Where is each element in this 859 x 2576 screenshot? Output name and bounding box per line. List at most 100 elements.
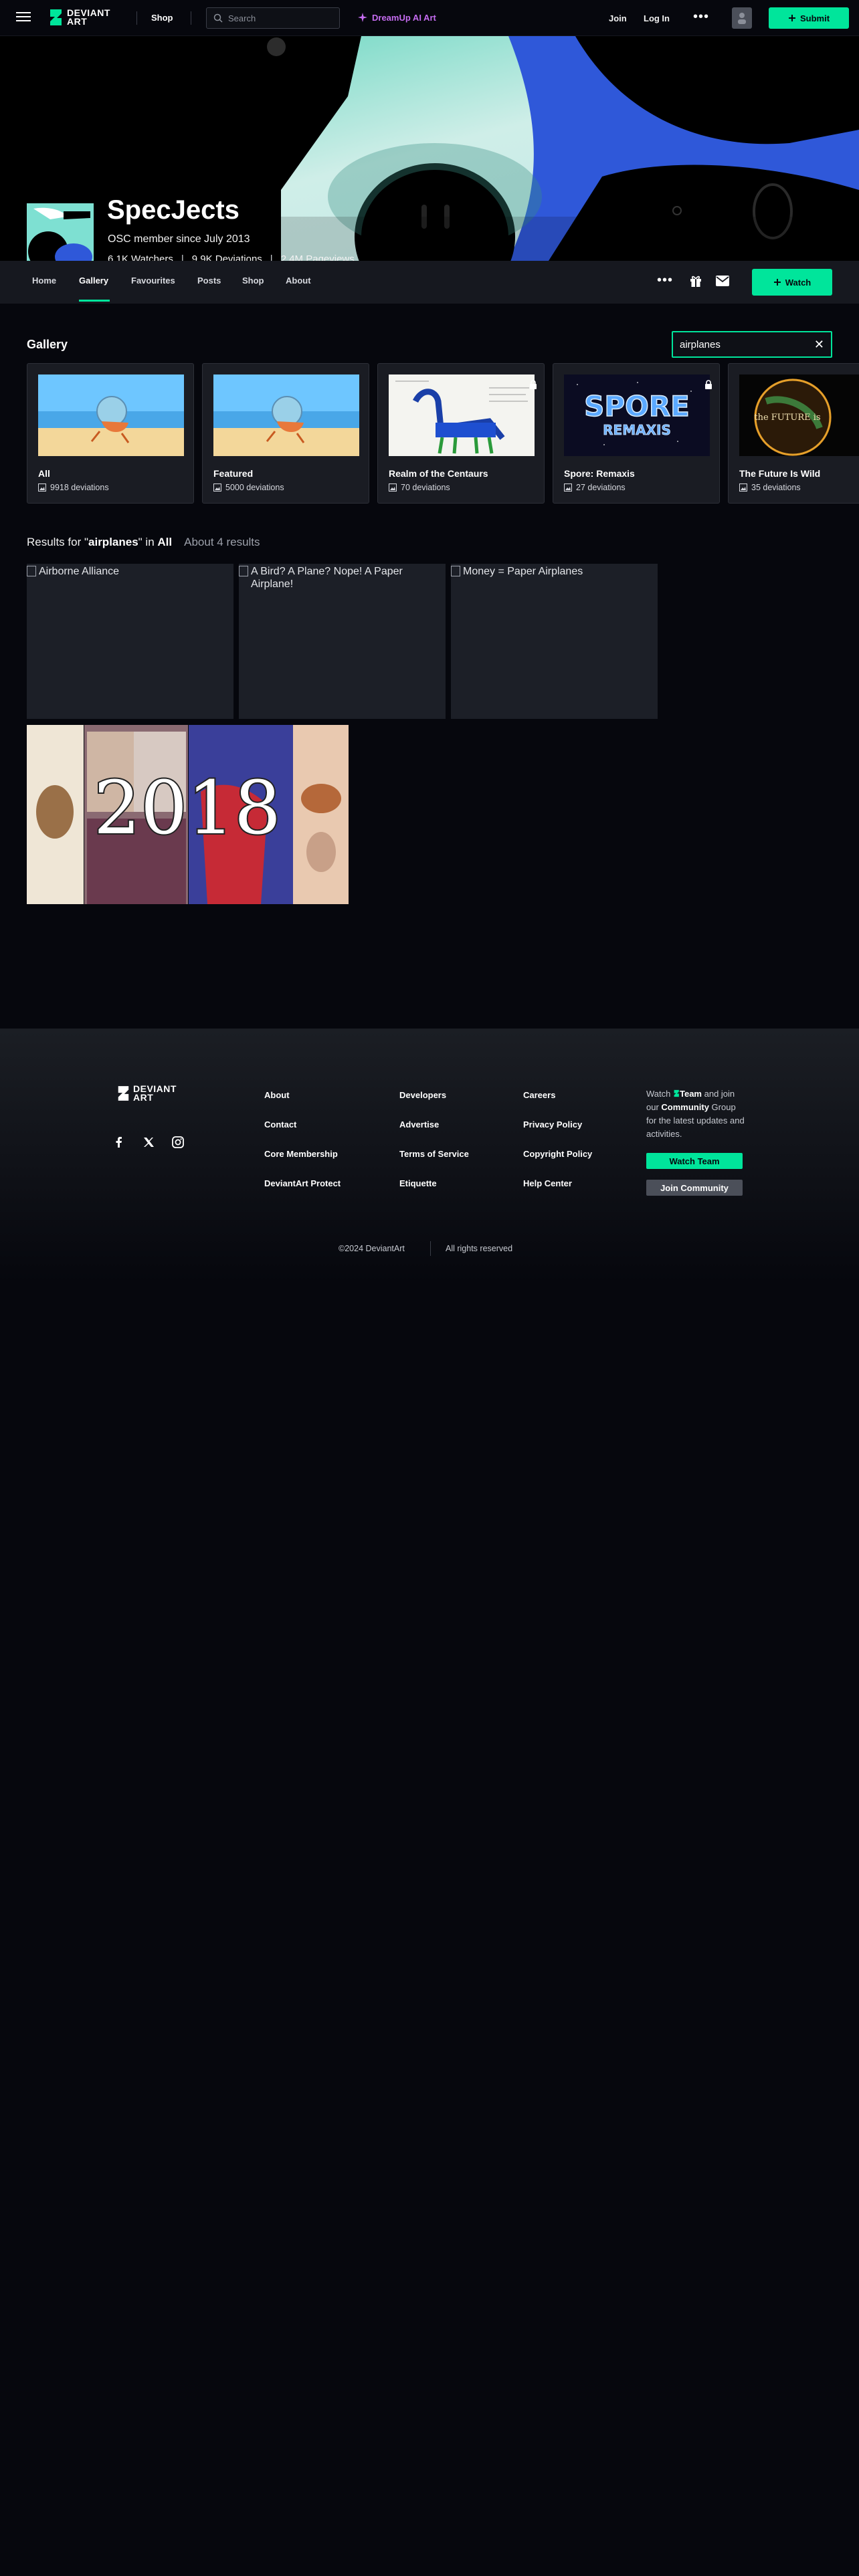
footer-link-privacy[interactable]: Privacy Policy: [523, 1119, 582, 1130]
dreamup-link[interactable]: DreamUp AI Art: [357, 12, 436, 23]
remaxis-logo-text: REMAXIS: [603, 422, 671, 438]
broken-image-icon: [239, 566, 248, 576]
folder-count: 5000 deviations: [225, 483, 284, 492]
folder-count: 35 deviations: [751, 483, 801, 492]
x-twitter-icon[interactable]: [142, 1136, 155, 1149]
profile-username: SpecJects: [107, 195, 240, 225]
tab-gallery[interactable]: Gallery: [79, 276, 108, 286]
instagram-icon[interactable]: [171, 1136, 185, 1149]
footer-link-terms[interactable]: Terms of Service: [399, 1149, 469, 1159]
gallery-heading: Gallery: [27, 338, 68, 351]
mail-icon[interactable]: [716, 276, 729, 286]
image-icon: [38, 484, 46, 492]
divider: [430, 1241, 431, 1256]
member-since: OSC member since July 2013: [108, 233, 250, 245]
join-community-button[interactable]: Join Community: [646, 1180, 743, 1196]
logo-line2: ART: [67, 16, 88, 27]
profile-avatar[interactable]: [27, 203, 94, 261]
user-placeholder-icon: [738, 13, 746, 24]
folder-thumbnail: the FUTURE is: [739, 374, 859, 456]
results-mid: " in: [138, 536, 158, 548]
gallery-search-input[interactable]: [680, 338, 814, 350]
watchers-count[interactable]: 6.1K Watchers: [108, 253, 173, 261]
tab-home[interactable]: Home: [32, 276, 56, 286]
search-input[interactable]: [228, 13, 335, 23]
submit-button[interactable]: Submit: [769, 7, 849, 29]
stat-divider: |: [181, 253, 184, 261]
watch-team-button[interactable]: Watch Team: [646, 1153, 743, 1169]
gift-icon[interactable]: [689, 274, 702, 288]
profile-tab-bar: Home Gallery Favourites Posts Shop About…: [0, 261, 859, 304]
folder-name: Realm of the Centaurs: [389, 468, 488, 479]
sparkle-icon: [358, 13, 367, 22]
result-thumbnail[interactable]: A Bird? A Plane? Nope! A Paper Airplane!: [239, 564, 446, 719]
join-link[interactable]: Join: [609, 0, 627, 36]
tab-posts[interactable]: Posts: [197, 276, 221, 286]
deviations-count[interactable]: 9.9K Deviations: [192, 253, 262, 261]
divider: [136, 11, 137, 25]
deviantart-mark-icon: [118, 1086, 129, 1101]
watch-button[interactable]: Watch: [752, 269, 832, 296]
folder-thumbnail: [213, 374, 359, 456]
site-footer: DEVIANT ART About Contact Core Membershi…: [0, 1029, 859, 1283]
folder-card[interactable]: the FUTURE is The Future Is Wild 35 devi…: [728, 363, 859, 504]
cta-community-text: Community: [661, 1102, 709, 1112]
folder-count: 27 deviations: [576, 483, 626, 492]
tab-shop[interactable]: Shop: [242, 276, 264, 286]
results-scope: All: [157, 536, 173, 548]
lock-icon: [530, 380, 537, 389]
folder-name: Featured: [213, 468, 254, 479]
folder-card[interactable]: Realm of the Centaurs 70 deviations: [377, 363, 545, 504]
folder-card[interactable]: SPORE REMAXIS Spore: Remaxis 27 deviatio…: [553, 363, 720, 504]
footer-link-developers[interactable]: Developers: [399, 1090, 446, 1100]
footer-link-etiquette[interactable]: Etiquette: [399, 1178, 437, 1188]
footer-link-copyright[interactable]: Copyright Policy: [523, 1149, 592, 1159]
footer-link-protect[interactable]: DeviantArt Protect: [264, 1178, 341, 1188]
folder-name: The Future Is Wild: [739, 468, 821, 479]
deviantart-logo[interactable]: DEVIANT ART: [48, 8, 110, 27]
user-avatar[interactable]: [732, 7, 752, 29]
result-thumbnail[interactable]: 2018: [27, 725, 349, 904]
broken-image-icon: [27, 566, 36, 576]
more-options-icon[interactable]: •••: [693, 9, 709, 25]
folder-name: All: [38, 468, 50, 479]
profile-stats: 6.1K Watchers | 9.9K Deviations | 2.4M P…: [108, 253, 355, 261]
footer-link-about[interactable]: About: [264, 1090, 290, 1100]
login-link[interactable]: Log In: [644, 0, 670, 36]
image-icon: [739, 484, 747, 492]
footer-link-core-membership[interactable]: Core Membership: [264, 1149, 338, 1159]
image-icon: [564, 484, 572, 492]
banner-artwork: [0, 36, 859, 261]
rights-text: All rights reserved: [446, 1244, 513, 1253]
result-thumbnail[interactable]: Airborne Alliance: [27, 564, 233, 719]
footer-link-contact[interactable]: Contact: [264, 1119, 296, 1130]
broken-image-icon: [451, 566, 460, 576]
search-icon: [213, 13, 223, 23]
footer-link-advertise[interactable]: Advertise: [399, 1119, 439, 1130]
folder-name: Spore: Remaxis: [564, 468, 635, 479]
copyright-text: ©2024 DeviantArt: [339, 1244, 405, 1253]
folder-card[interactable]: All 9918 deviations: [27, 363, 194, 504]
result-thumbnail[interactable]: Money = Paper Airplanes: [451, 564, 658, 719]
clear-search-icon[interactable]: ✕: [814, 338, 824, 352]
tab-about[interactable]: About: [286, 276, 311, 286]
gallery-search-box[interactable]: ✕: [672, 331, 832, 358]
cta-team-text: Team: [679, 1089, 702, 1099]
lock-icon: [705, 380, 712, 389]
shop-link[interactable]: Shop: [151, 13, 173, 23]
tab-favourites[interactable]: Favourites: [131, 276, 175, 286]
stat-divider: |: [270, 253, 273, 261]
folder-count: 70 deviations: [401, 483, 450, 492]
footer-logo[interactable]: DEVIANT ART: [116, 1084, 177, 1102]
footer-link-help[interactable]: Help Center: [523, 1178, 572, 1188]
more-options-icon[interactable]: •••: [657, 273, 673, 288]
facebook-icon[interactable]: [112, 1136, 126, 1149]
footer-link-careers[interactable]: Careers: [523, 1090, 555, 1100]
image-icon: [213, 484, 221, 492]
profile-banner: SpecJects OSC member since July 2013 6.1…: [0, 36, 859, 261]
image-icon: [389, 484, 397, 492]
folder-card[interactable]: Featured 5000 deviations: [202, 363, 369, 504]
hamburger-menu-icon[interactable]: [16, 10, 31, 25]
deviantart-mark-icon: [50, 9, 62, 25]
search-box[interactable]: [206, 7, 340, 29]
